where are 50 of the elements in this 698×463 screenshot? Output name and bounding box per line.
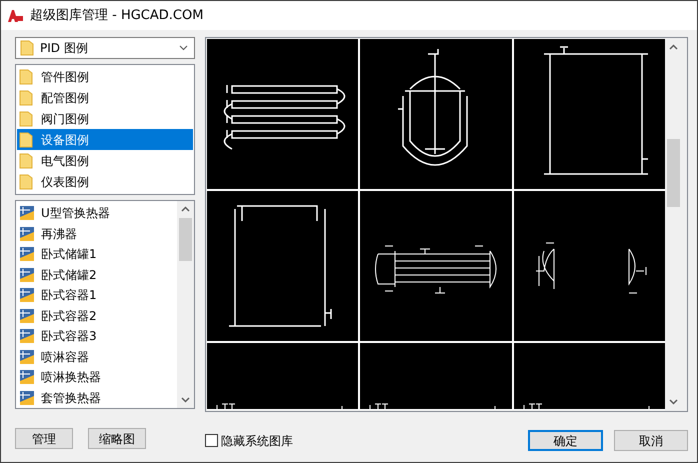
scroll-thumb[interactable] xyxy=(179,218,192,261)
drawing-icon xyxy=(20,206,34,220)
item-scrollbar[interactable] xyxy=(177,201,194,408)
dropdown-value: PID 图例 xyxy=(40,40,88,57)
cancel-button[interactable]: 取消 xyxy=(614,430,688,451)
drawing-icon xyxy=(20,329,34,344)
scroll-down-icon[interactable] xyxy=(669,399,678,405)
category-item[interactable]: 阀门图例 xyxy=(17,108,193,129)
folder-icon xyxy=(19,132,33,148)
scroll-thumb[interactable] xyxy=(667,139,680,207)
folder-icon xyxy=(19,152,33,168)
drawing-icon xyxy=(20,247,34,262)
list-item[interactable]: U型管换热器 xyxy=(20,203,177,224)
category-item[interactable]: 配管图例 xyxy=(17,87,193,108)
folder-icon xyxy=(20,40,34,56)
chevron-down-icon xyxy=(179,45,188,51)
folder-icon xyxy=(19,174,33,190)
drawing-icon xyxy=(20,288,34,302)
drawing-icon xyxy=(20,350,34,364)
list-item[interactable]: 再沸器 xyxy=(20,224,177,244)
list-item[interactable]: 喷淋容器 xyxy=(20,346,177,367)
manage-button[interactable]: 管理 xyxy=(15,428,73,449)
scroll-up-icon[interactable] xyxy=(181,206,190,212)
drawing-icon xyxy=(20,226,34,241)
folder-icon xyxy=(19,90,33,106)
library-dropdown[interactable]: PID 图例 xyxy=(15,37,195,59)
app-logo-icon xyxy=(7,8,23,24)
list-item[interactable]: 卧式储罐1 xyxy=(20,244,177,264)
list-item[interactable]: 喷淋换热器 xyxy=(20,367,177,388)
window-title: 超级图库管理 - HGCAD.COM xyxy=(30,6,204,25)
thumbnail-button[interactable]: 缩略图 xyxy=(88,428,146,449)
drawing-icon xyxy=(20,390,34,405)
folder-icon xyxy=(19,110,33,126)
list-item[interactable]: 卧式容器3 xyxy=(20,326,177,346)
drawing-icon xyxy=(20,370,34,384)
hide-system-checkbox[interactable]: 隐藏系统图库 xyxy=(205,432,293,450)
category-item[interactable]: 电气图例 xyxy=(17,150,193,171)
list-item[interactable]: 卧式容器2 xyxy=(20,306,177,326)
ok-button[interactable]: 确定 xyxy=(528,430,603,451)
scroll-down-icon[interactable] xyxy=(181,397,190,403)
list-item[interactable]: 卧式容器1 xyxy=(20,285,177,306)
drawing-icon xyxy=(20,268,34,282)
folder-icon xyxy=(19,68,33,84)
list-item[interactable]: 卧式储罐2 xyxy=(20,264,177,285)
category-item[interactable]: 仪表图例 xyxy=(17,171,193,192)
scroll-up-icon[interactable] xyxy=(669,44,678,50)
category-item[interactable]: 管件图例 xyxy=(17,66,193,87)
category-item[interactable]: 设备图例 xyxy=(17,129,193,150)
drawing-icon xyxy=(20,308,34,323)
list-item[interactable]: 套管换热器 xyxy=(20,388,177,408)
